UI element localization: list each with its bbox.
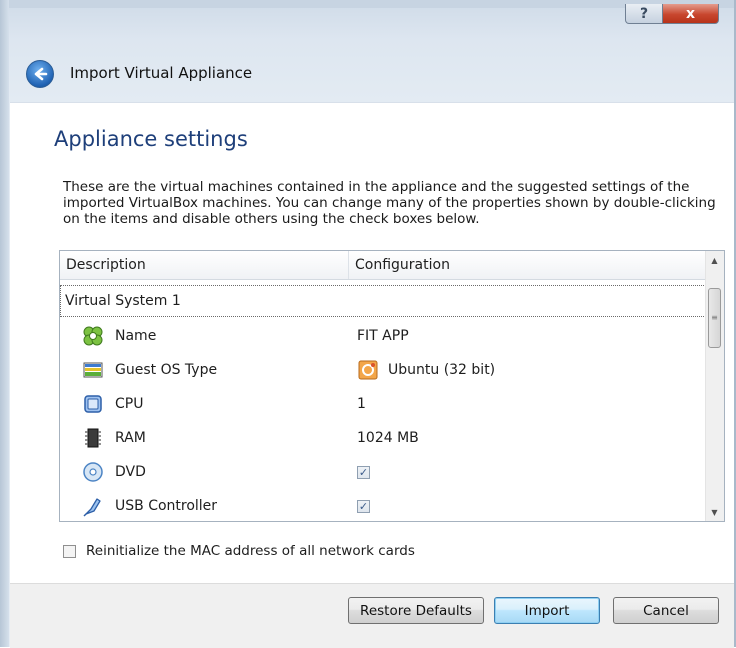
usb-controller-checkbox[interactable]: ✓ (357, 499, 370, 513)
guest-os-icon (82, 359, 104, 381)
description-cell: CPU (60, 393, 349, 415)
configuration-cell[interactable]: ✓ (349, 499, 706, 513)
configuration-cell[interactable]: 1 (349, 396, 706, 412)
row-configuration: Ubuntu (32 bit) (388, 362, 496, 378)
cancel-button[interactable]: Cancel (613, 597, 719, 624)
column-header-configuration[interactable]: Configuration (349, 251, 706, 279)
tree-header: Description Configuration (60, 251, 706, 280)
reinit-mac-checkbox[interactable] (63, 544, 76, 558)
restore-defaults-button[interactable]: Restore Defaults (348, 597, 484, 624)
frame-left-border (0, 0, 9, 647)
help-icon: ? (639, 5, 649, 22)
row-description: CPU (115, 396, 144, 412)
row-configuration: 1024 MB (357, 430, 419, 446)
window-frame: ? x Import Virtual Appliance Appliance s… (0, 0, 736, 648)
row-description: Name (115, 328, 157, 344)
tree-row-cpu[interactable]: CPU 1 (60, 387, 706, 421)
tree-row-guest-os[interactable]: Guest OS Type Ubuntu (32 bit) (60, 353, 706, 387)
usb-icon (82, 495, 104, 517)
description-cell: DVD (60, 461, 349, 483)
scroll-down-icon[interactable]: ▼ (706, 503, 723, 521)
window-title: Import Virtual Appliance (70, 64, 253, 82)
column-header-description[interactable]: Description (60, 251, 349, 279)
dvd-checkbox[interactable]: ✓ (357, 465, 370, 479)
close-icon: x (685, 5, 696, 22)
back-arrow-icon (34, 67, 48, 81)
configuration-cell[interactable]: ✓ (349, 465, 706, 479)
description-cell: RAM (60, 427, 349, 449)
close-button[interactable]: x (662, 4, 719, 24)
ram-icon (82, 427, 104, 449)
row-configuration: 1 (357, 396, 366, 412)
reinit-mac-label[interactable]: Reinitialize the MAC address of all netw… (86, 543, 415, 559)
description-cell: Guest OS Type (60, 359, 349, 381)
configuration-cell[interactable]: Ubuntu (32 bit) (349, 359, 706, 381)
content-panel: Appliance settings These are the virtual… (10, 102, 734, 583)
button-bar: Restore Defaults Import Cancel (10, 583, 734, 648)
name-icon (82, 325, 104, 347)
row-configuration: FIT APP (357, 328, 409, 344)
dvd-icon (82, 461, 104, 483)
scroll-thumb[interactable]: ≡ (708, 288, 721, 348)
configuration-cell[interactable]: FIT APP (349, 328, 706, 344)
back-button[interactable] (26, 60, 54, 88)
row-description: Guest OS Type (115, 362, 218, 378)
configuration-cell[interactable]: 1024 MB (349, 430, 706, 446)
ubuntu-os-icon (357, 359, 379, 381)
virtual-system-label: Virtual System 1 (65, 293, 181, 309)
import-button[interactable]: Import (494, 597, 600, 624)
row-description: USB Controller (115, 498, 218, 514)
tree-row-ram[interactable]: RAM 1024 MB (60, 421, 706, 455)
virtual-system-row[interactable]: Virtual System 1 (60, 285, 706, 317)
page-title: Appliance settings (54, 127, 248, 151)
tree-row-name[interactable]: Name FIT APP (60, 319, 706, 353)
appliance-tree[interactable]: Description Configuration Virtual System… (59, 250, 725, 522)
reinit-mac-option[interactable]: Reinitialize the MAC address of all netw… (63, 543, 415, 559)
description-cell: Name (60, 325, 349, 347)
cpu-icon (82, 393, 104, 415)
tree-scrollbar[interactable]: ▲ ≡ ▼ (705, 251, 724, 521)
tree-row-usb[interactable]: USB Controller ✓ (60, 489, 706, 523)
description-cell: USB Controller (60, 495, 349, 517)
help-button[interactable]: ? (625, 4, 663, 24)
row-description: RAM (115, 430, 146, 446)
tree-row-dvd[interactable]: DVD ✓ (60, 455, 706, 489)
intro-text: These are the virtual machines contained… (63, 179, 716, 227)
row-description: DVD (115, 464, 146, 480)
scroll-up-icon[interactable]: ▲ (706, 251, 723, 269)
